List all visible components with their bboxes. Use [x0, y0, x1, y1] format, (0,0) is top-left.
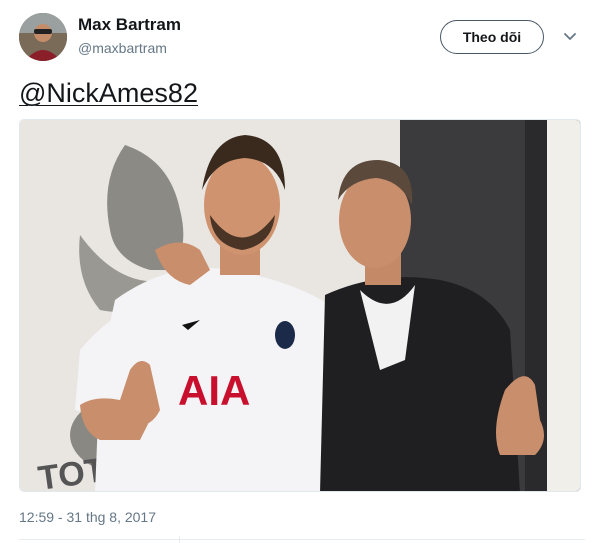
chevron-down-icon[interactable] — [562, 30, 578, 44]
author-handle[interactable]: @maxbartram — [78, 40, 167, 56]
divider-tick — [179, 536, 180, 543]
mention-link[interactable]: @NickAmes82 — [19, 78, 198, 109]
avatar[interactable] — [19, 13, 67, 61]
tweet-photo[interactable]: TOTT AIA — [19, 119, 581, 492]
author-name[interactable]: Max Bartram — [78, 15, 181, 35]
tweet-timestamp[interactable]: 12:59 - 31 thg 8, 2017 — [19, 509, 156, 525]
follow-button[interactable]: Theo dõi — [440, 20, 544, 54]
shirt-sponsor-text: AIA — [178, 367, 250, 414]
divider — [19, 539, 585, 540]
